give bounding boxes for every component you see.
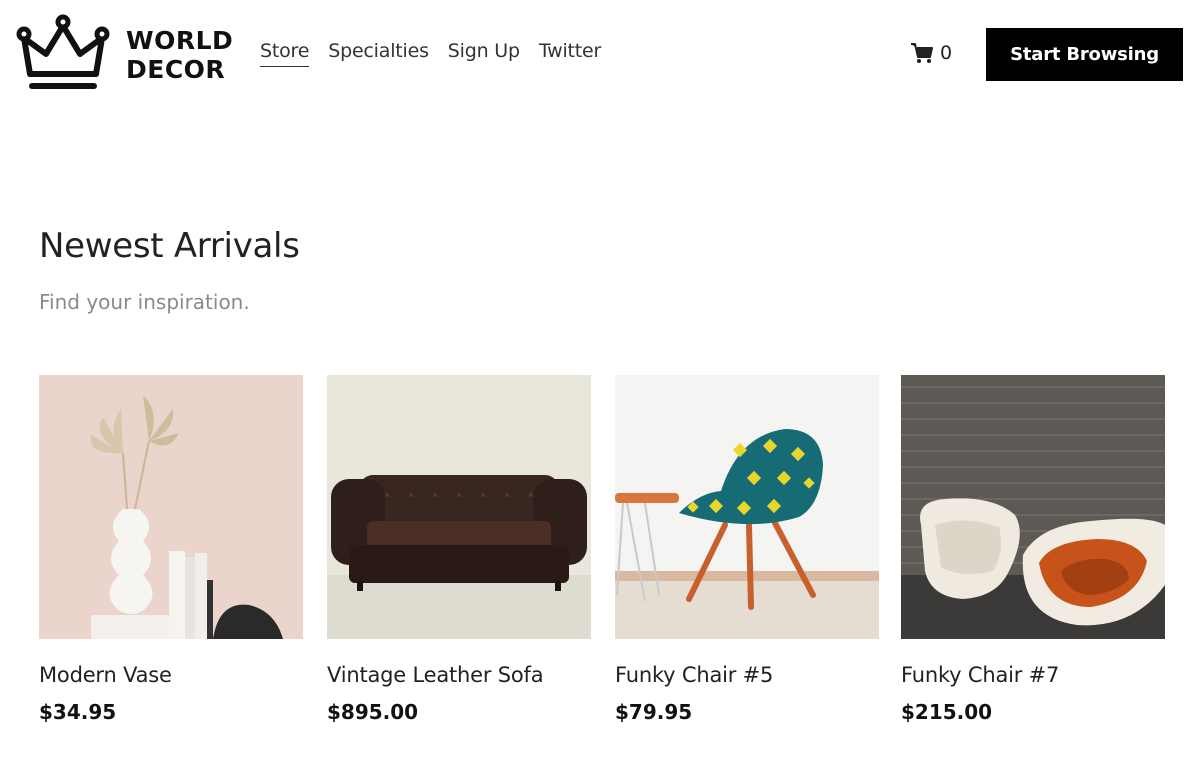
cart-icon bbox=[911, 43, 933, 63]
product-price: $895.00 bbox=[327, 700, 419, 724]
product-card[interactable]: Funky Chair #7 $215.00 bbox=[901, 375, 1165, 724]
product-image-chair-7[interactable] bbox=[901, 375, 1165, 639]
product-price: $34.95 bbox=[39, 700, 117, 724]
product-image-sofa[interactable] bbox=[327, 375, 591, 639]
product-price: $79.95 bbox=[615, 700, 693, 724]
page-title: Newest Arrivals bbox=[39, 226, 300, 266]
nav-item-store[interactable]: Store bbox=[260, 40, 309, 67]
brand-line-1: WORLD bbox=[126, 26, 234, 55]
brand-name: WORLD DECOR bbox=[126, 26, 233, 84]
brand-logo[interactable]: WORLD DECOR bbox=[16, 14, 233, 96]
product-card[interactable]: Modern Vase $34.95 bbox=[39, 375, 303, 724]
crown-icon bbox=[16, 14, 110, 89]
cart-button[interactable]: 0 bbox=[910, 42, 952, 64]
product-name[interactable]: Funky Chair #7 bbox=[901, 663, 1059, 687]
product-name[interactable]: Vintage Leather Sofa bbox=[327, 663, 544, 687]
start-browsing-button[interactable]: Start Browsing bbox=[986, 28, 1183, 81]
product-image-chair-5[interactable] bbox=[615, 375, 879, 639]
main-nav: Store Specialties Sign Up Twitter bbox=[260, 40, 620, 67]
site-header: WORLD DECOR Store Specialties Sign Up Tw… bbox=[0, 0, 1200, 110]
nav-item-specialties[interactable]: Specialties bbox=[328, 40, 429, 67]
cart-count: 0 bbox=[940, 42, 953, 64]
product-image-vase[interactable] bbox=[39, 375, 303, 639]
product-card[interactable]: Vintage Leather Sofa $895.00 bbox=[327, 375, 591, 724]
page-subtitle: Find your inspiration. bbox=[39, 290, 250, 314]
nav-item-twitter[interactable]: Twitter bbox=[539, 40, 601, 67]
brand-line-2: DECOR bbox=[126, 55, 226, 84]
product-name[interactable]: Funky Chair #5 bbox=[615, 663, 773, 687]
nav-item-sign-up[interactable]: Sign Up bbox=[448, 40, 520, 67]
product-card[interactable]: Funky Chair #5 $79.95 bbox=[615, 375, 879, 724]
product-name[interactable]: Modern Vase bbox=[39, 663, 172, 687]
product-price: $215.00 bbox=[901, 700, 993, 724]
